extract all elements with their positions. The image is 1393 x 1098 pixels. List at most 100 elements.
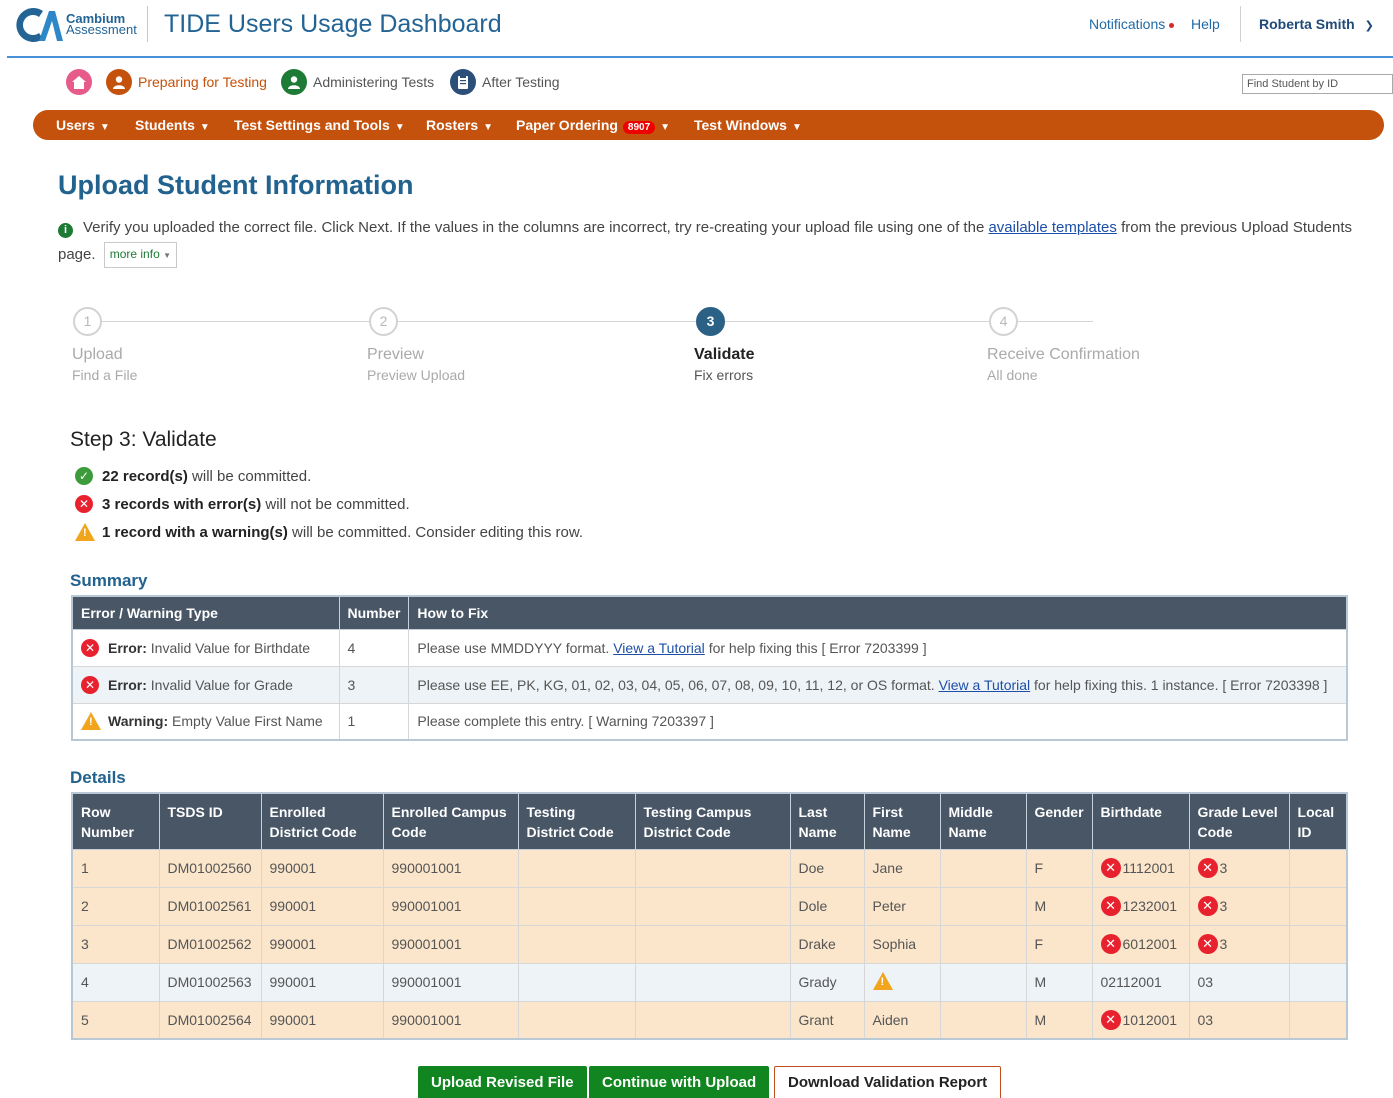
grade-value: 3: [1219, 860, 1228, 876]
phase-administering-tests[interactable]: Administering Tests: [281, 68, 434, 96]
step-2-title: Preview: [367, 346, 424, 363]
menu-test-settings-label: Test Settings and Tools: [234, 117, 390, 133]
cell-first-name: Sophia: [863, 924, 941, 964]
details-table: Row Number TSDS ID Enrolled District Cod…: [71, 792, 1348, 1040]
available-templates-link[interactable]: available templates: [988, 219, 1116, 236]
cell-tsds-id: DM01002561: [158, 886, 262, 926]
col-enrolled-district-code: Enrolled District Code: [260, 792, 384, 850]
cell-last-name: Dole: [789, 886, 865, 926]
main-menu-bar: Users ▼ Students ▼ Test Settings and Tools…: [33, 110, 1384, 140]
preparing-user-icon: [106, 69, 132, 95]
summary-type-cell: Warning: Empty Value First Name: [71, 702, 340, 741]
phase-preparing-for-testing[interactable]: Preparing for Testing: [106, 68, 267, 96]
menu-test-settings[interactable]: Test Settings and Tools ▼: [234, 117, 405, 133]
chevron-down-icon: ▼: [660, 122, 671, 133]
cell-local-id: [1288, 886, 1348, 926]
summary-col-number: Number: [338, 595, 410, 630]
error-count: 3 records with error(s): [102, 495, 262, 513]
app-title: TIDE Users Usage Dashboard: [164, 10, 502, 38]
col-enrolled-campus-code: Enrolled Campus Code: [382, 792, 519, 850]
summary-number: 3: [338, 665, 410, 704]
col-testing-district-code: Testing District Code: [517, 792, 636, 850]
download-validation-report-button[interactable]: Download Validation Report: [774, 1066, 1002, 1098]
cell-row-number: 3: [71, 924, 160, 964]
cell-last-name: Doe: [789, 848, 865, 888]
paper-ordering-badge: 8907: [622, 121, 656, 134]
cell-middle-name: [939, 962, 1027, 1002]
summary-fix-cell: Please use EE, PK, KG, 01, 02, 03, 04, 0…: [408, 665, 1348, 704]
step-1-circle: 1: [73, 307, 102, 336]
error-text: will not be committed.: [265, 495, 410, 513]
menu-test-windows[interactable]: Test Windows ▼: [694, 117, 802, 133]
cell-testing-campus: [634, 924, 791, 964]
col-first-name: First Name: [863, 792, 941, 850]
cell-row-number: 1: [71, 848, 160, 888]
continue-with-upload-button[interactable]: Continue with Upload: [589, 1066, 770, 1098]
cell-birthdate: ✕ 1112001: [1091, 848, 1190, 888]
chevron-down-icon: ▼: [791, 122, 802, 133]
step-3-title: Validate: [694, 346, 755, 363]
cell-grade: ✕ 3: [1188, 924, 1290, 964]
cell-last-name: Grant: [789, 1000, 865, 1040]
error-circle-icon: ✕: [1100, 934, 1121, 954]
error-circle-icon: ✕: [1100, 1009, 1121, 1030]
more-info-button[interactable]: more info ▼: [103, 242, 178, 268]
page-title: Upload Student Information: [58, 170, 414, 200]
cell-testing-district: [517, 962, 636, 1002]
help-link[interactable]: Help: [1191, 16, 1220, 32]
table-row[interactable]: 1 DM01002560 990001 990001001 Doe Jane F…: [71, 848, 1348, 888]
birthdate-value: 1112001: [1122, 860, 1175, 876]
find-student-input[interactable]: Find Student by ID: [1242, 74, 1393, 94]
cell-tsds-id: DM01002563: [158, 962, 262, 1002]
menu-users-label: Users: [56, 117, 95, 133]
table-row[interactable]: 3 DM01002562 990001 990001001 Drake Soph…: [71, 924, 1348, 964]
cell-enrolled-campus: 990001001: [382, 886, 519, 926]
menu-users[interactable]: Users ▼: [56, 117, 110, 133]
summary-desc: Empty Value First Name: [172, 713, 323, 730]
menu-students-label: Students: [135, 117, 195, 133]
menu-paper-ordering[interactable]: Paper Ordering 8907 ▼: [516, 117, 670, 134]
view-tutorial-link[interactable]: View a Tutorial: [613, 640, 705, 656]
col-birthdate: Birthdate: [1091, 792, 1190, 850]
cell-grade: ✕ 3: [1188, 886, 1290, 926]
table-row[interactable]: 5 DM01002564 990001 990001001 Grant Aide…: [71, 1000, 1348, 1040]
brand-line-2: Assessment: [66, 22, 137, 37]
grade-value: 3: [1219, 936, 1228, 952]
menu-test-windows-label: Test Windows: [694, 117, 787, 133]
chevron-down-icon: ❯: [1364, 20, 1374, 32]
cell-birthdate: 02112001: [1091, 962, 1190, 1002]
error-circle-icon: ✕: [75, 495, 93, 513]
col-local-id: Local ID: [1288, 792, 1348, 850]
col-middle-name: Middle Name: [939, 792, 1027, 850]
cell-birthdate: ✕ 6012001: [1091, 924, 1190, 964]
summary-type-cell: ✕ Error: Invalid Value for Birthdate: [71, 628, 340, 667]
notifications-link[interactable]: Notifications: [1089, 16, 1175, 32]
col-row-number: Row Number: [71, 792, 160, 850]
menu-students[interactable]: Students ▼: [135, 117, 210, 133]
check-circle-icon: ✓: [75, 467, 93, 485]
table-row[interactable]: 2 DM01002561 990001 990001001 Dole Peter…: [71, 886, 1348, 926]
cell-middle-name: [939, 886, 1027, 926]
user-menu[interactable]: Roberta Smith ❯: [1259, 16, 1374, 32]
cell-first-name: Aiden: [863, 1000, 941, 1040]
home-button[interactable]: [66, 68, 92, 96]
cell-local-id: [1288, 962, 1348, 1002]
upload-revised-file-button[interactable]: Upload Revised File: [418, 1066, 587, 1098]
cell-enrolled-district: 990001: [260, 886, 384, 926]
cell-enrolled-campus: 990001001: [382, 924, 519, 964]
step-heading: Step 3: Validate: [70, 428, 217, 451]
cell-row-number: 4: [71, 962, 160, 1002]
menu-rosters[interactable]: Rosters ▼: [426, 117, 493, 133]
cell-first-name: Jane: [863, 848, 941, 888]
stepper-line: [100, 321, 696, 322]
menu-rosters-label: Rosters: [426, 117, 479, 133]
caret-down-icon: ▼: [163, 251, 172, 260]
warning-triangle-icon: [872, 971, 893, 990]
summary-fix-cell: Please complete this entry. [ Warning 72…: [408, 702, 1348, 741]
view-tutorial-link[interactable]: View a Tutorial: [939, 677, 1031, 693]
phase-after-testing[interactable]: After Testing: [450, 68, 560, 96]
summary-fix-text: Please use EE, PK, KG, 01, 02, 03, 04, 0…: [417, 676, 935, 693]
birthdate-value: 1012001: [1122, 1011, 1178, 1028]
summary-fix-text: Please use MMDDYYY format.: [417, 639, 610, 656]
table-row[interactable]: 4 DM01002563 990001 990001001 Grady M 02…: [71, 962, 1348, 1002]
